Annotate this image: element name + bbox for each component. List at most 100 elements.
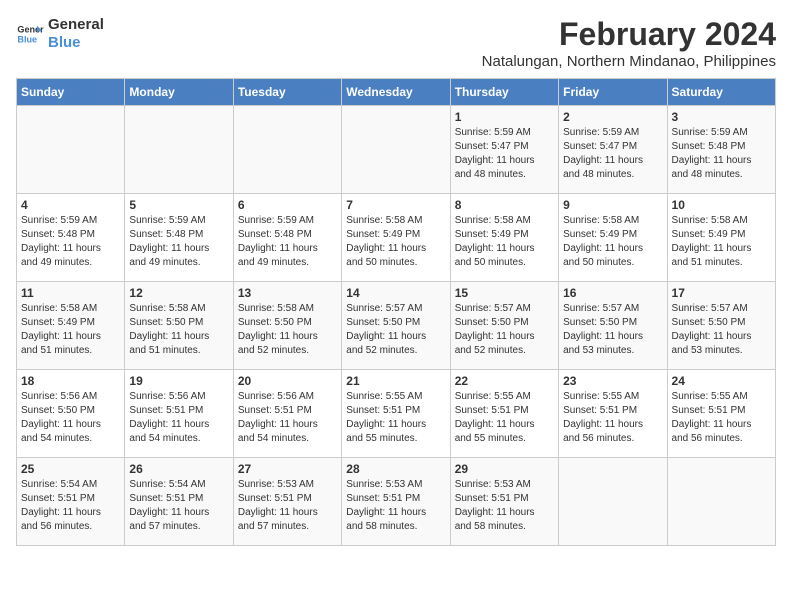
cell-text: Sunrise: 5:56 AM Sunset: 5:51 PM Dayligh… <box>129 390 228 446</box>
cell-text: Sunrise: 5:58 AM Sunset: 5:49 PM Dayligh… <box>346 214 445 270</box>
day-number: 6 <box>238 198 337 212</box>
cell-text: Sunrise: 5:54 AM Sunset: 5:51 PM Dayligh… <box>21 478 120 534</box>
cell-text: Sunrise: 5:57 AM Sunset: 5:50 PM Dayligh… <box>672 302 771 358</box>
cell-text: Sunrise: 5:59 AM Sunset: 5:47 PM Dayligh… <box>455 126 554 182</box>
cell-text: Sunrise: 5:55 AM Sunset: 5:51 PM Dayligh… <box>563 390 662 446</box>
day-number: 26 <box>129 462 228 476</box>
calendar-cell: 10Sunrise: 5:58 AM Sunset: 5:49 PM Dayli… <box>667 194 775 282</box>
day-header-saturday: Saturday <box>667 79 775 106</box>
calendar-table: SundayMondayTuesdayWednesdayThursdayFrid… <box>16 78 776 546</box>
day-number: 15 <box>455 286 554 300</box>
cell-text: Sunrise: 5:56 AM Sunset: 5:51 PM Dayligh… <box>238 390 337 446</box>
day-number: 27 <box>238 462 337 476</box>
calendar-cell: 14Sunrise: 5:57 AM Sunset: 5:50 PM Dayli… <box>342 282 450 370</box>
logo: General Blue General Blue <box>16 16 104 52</box>
day-number: 11 <box>21 286 120 300</box>
calendar-week-row: 4 Sunrise: 5:59 AM Sunset: 5:48 PM Daylig… <box>17 194 776 282</box>
day-header-thursday: Thursday <box>450 79 558 106</box>
calendar-week-row: 1Sunrise: 5:59 AM Sunset: 5:47 PM Daylig… <box>17 106 776 194</box>
calendar-cell: 21 Sunrise: 5:55 AM Sunset: 5:51 PM Dayli… <box>342 370 450 458</box>
cell-text: Sunrise: 5:59 AM Sunset: 5:48 PM Dayligh… <box>238 214 337 270</box>
calendar-cell: 22Sunrise: 5:55 AM Sunset: 5:51 PM Dayli… <box>450 370 558 458</box>
cell-text: Sunrise: 5:59 AM Sunset: 5:47 PM Dayligh… <box>563 126 662 182</box>
month-title: February 2024 <box>482 16 776 53</box>
calendar-cell <box>17 106 125 194</box>
day-header-friday: Friday <box>559 79 667 106</box>
day-number: 12 <box>129 286 228 300</box>
cell-text: Sunrise: 5:59 AM Sunset: 5:48 PM Dayligh… <box>21 214 120 270</box>
calendar-cell: 1Sunrise: 5:59 AM Sunset: 5:47 PM Daylig… <box>450 106 558 194</box>
day-number: 13 <box>238 286 337 300</box>
day-number: 23 <box>563 374 662 388</box>
day-number: 9 <box>563 198 662 212</box>
day-number: 19 <box>129 374 228 388</box>
calendar-cell <box>667 458 775 546</box>
cell-text: Sunrise: 5:57 AM Sunset: 5:50 PM Dayligh… <box>346 302 445 358</box>
location-title: Natalungan, Northern Mindanao, Philippin… <box>482 53 776 70</box>
calendar-cell: 17 Sunrise: 5:57 AM Sunset: 5:50 PM Dayli… <box>667 282 775 370</box>
calendar-cell: 2 Sunrise: 5:59 AM Sunset: 5:47 PM Daylig… <box>559 106 667 194</box>
cell-text: Sunrise: 5:58 AM Sunset: 5:49 PM Dayligh… <box>21 302 120 358</box>
cell-text: Sunrise: 5:53 AM Sunset: 5:51 PM Dayligh… <box>346 478 445 534</box>
svg-text:Blue: Blue <box>17 34 37 44</box>
calendar-cell: 18 Sunrise: 5:56 AM Sunset: 5:50 PM Dayli… <box>17 370 125 458</box>
calendar-cell: 16 Sunrise: 5:57 AM Sunset: 5:50 PM Dayli… <box>559 282 667 370</box>
cell-text: Sunrise: 5:54 AM Sunset: 5:51 PM Dayligh… <box>129 478 228 534</box>
calendar-cell: 19 Sunrise: 5:56 AM Sunset: 5:51 PM Dayli… <box>125 370 233 458</box>
cell-text: Sunrise: 5:58 AM Sunset: 5:50 PM Dayligh… <box>238 302 337 358</box>
day-number: 17 <box>672 286 771 300</box>
cell-text: Sunrise: 5:59 AM Sunset: 5:48 PM Dayligh… <box>672 126 771 182</box>
calendar-cell <box>559 458 667 546</box>
calendar-cell: 20 Sunrise: 5:56 AM Sunset: 5:51 PM Dayli… <box>233 370 341 458</box>
cell-text: Sunrise: 5:57 AM Sunset: 5:50 PM Dayligh… <box>455 302 554 358</box>
calendar-cell: 23 Sunrise: 5:55 AM Sunset: 5:51 PM Dayli… <box>559 370 667 458</box>
calendar-cell: 4 Sunrise: 5:59 AM Sunset: 5:48 PM Daylig… <box>17 194 125 282</box>
calendar-cell: 25Sunrise: 5:54 AM Sunset: 5:51 PM Dayli… <box>17 458 125 546</box>
cell-text: Sunrise: 5:53 AM Sunset: 5:51 PM Dayligh… <box>238 478 337 534</box>
cell-text: Sunrise: 5:55 AM Sunset: 5:51 PM Dayligh… <box>455 390 554 446</box>
calendar-cell: 15 Sunrise: 5:57 AM Sunset: 5:50 PM Dayli… <box>450 282 558 370</box>
cell-text: Sunrise: 5:59 AM Sunset: 5:48 PM Dayligh… <box>129 214 228 270</box>
calendar-cell: 11 Sunrise: 5:58 AM Sunset: 5:49 PM Dayli… <box>17 282 125 370</box>
day-header-tuesday: Tuesday <box>233 79 341 106</box>
day-number: 4 <box>21 198 120 212</box>
cell-text: Sunrise: 5:55 AM Sunset: 5:51 PM Dayligh… <box>672 390 771 446</box>
cell-text: Sunrise: 5:58 AM Sunset: 5:50 PM Dayligh… <box>129 302 228 358</box>
day-number: 24 <box>672 374 771 388</box>
calendar-cell: 9 Sunrise: 5:58 AM Sunset: 5:49 PM Daylig… <box>559 194 667 282</box>
calendar-cell <box>233 106 341 194</box>
calendar-cell: 6 Sunrise: 5:59 AM Sunset: 5:48 PM Daylig… <box>233 194 341 282</box>
day-header-wednesday: Wednesday <box>342 79 450 106</box>
day-number: 10 <box>672 198 771 212</box>
logo-icon: General Blue <box>16 20 44 48</box>
day-number: 20 <box>238 374 337 388</box>
day-header-monday: Monday <box>125 79 233 106</box>
calendar-cell: 28 Sunrise: 5:53 AM Sunset: 5:51 PM Dayli… <box>342 458 450 546</box>
calendar-cell <box>342 106 450 194</box>
calendar-cell: 29Sunrise: 5:53 AM Sunset: 5:51 PM Dayli… <box>450 458 558 546</box>
day-number: 7 <box>346 198 445 212</box>
cell-text: Sunrise: 5:55 AM Sunset: 5:51 PM Dayligh… <box>346 390 445 446</box>
day-number: 2 <box>563 110 662 124</box>
calendar-cell: 5Sunrise: 5:59 AM Sunset: 5:48 PM Daylig… <box>125 194 233 282</box>
day-number: 16 <box>563 286 662 300</box>
day-number: 28 <box>346 462 445 476</box>
calendar-cell: 12 Sunrise: 5:58 AM Sunset: 5:50 PM Dayli… <box>125 282 233 370</box>
calendar-week-row: 18 Sunrise: 5:56 AM Sunset: 5:50 PM Dayli… <box>17 370 776 458</box>
calendar-cell: 7 Sunrise: 5:58 AM Sunset: 5:49 PM Daylig… <box>342 194 450 282</box>
cell-text: Sunrise: 5:57 AM Sunset: 5:50 PM Dayligh… <box>563 302 662 358</box>
day-number: 18 <box>21 374 120 388</box>
day-number: 8 <box>455 198 554 212</box>
calendar-cell: 26 Sunrise: 5:54 AM Sunset: 5:51 PM Dayli… <box>125 458 233 546</box>
header: General Blue General Blue February 2024 … <box>16 16 776 70</box>
calendar-cell: 27 Sunrise: 5:53 AM Sunset: 5:51 PM Dayli… <box>233 458 341 546</box>
calendar-cell: 3Sunrise: 5:59 AM Sunset: 5:48 PM Daylig… <box>667 106 775 194</box>
day-header-sunday: Sunday <box>17 79 125 106</box>
calendar-cell: 24 Sunrise: 5:55 AM Sunset: 5:51 PM Dayli… <box>667 370 775 458</box>
calendar-week-row: 11 Sunrise: 5:58 AM Sunset: 5:49 PM Dayli… <box>17 282 776 370</box>
cell-text: Sunrise: 5:58 AM Sunset: 5:49 PM Dayligh… <box>563 214 662 270</box>
calendar-cell: 13 Sunrise: 5:58 AM Sunset: 5:50 PM Dayli… <box>233 282 341 370</box>
cell-text: Sunrise: 5:56 AM Sunset: 5:50 PM Dayligh… <box>21 390 120 446</box>
calendar-cell <box>125 106 233 194</box>
day-number: 21 <box>346 374 445 388</box>
